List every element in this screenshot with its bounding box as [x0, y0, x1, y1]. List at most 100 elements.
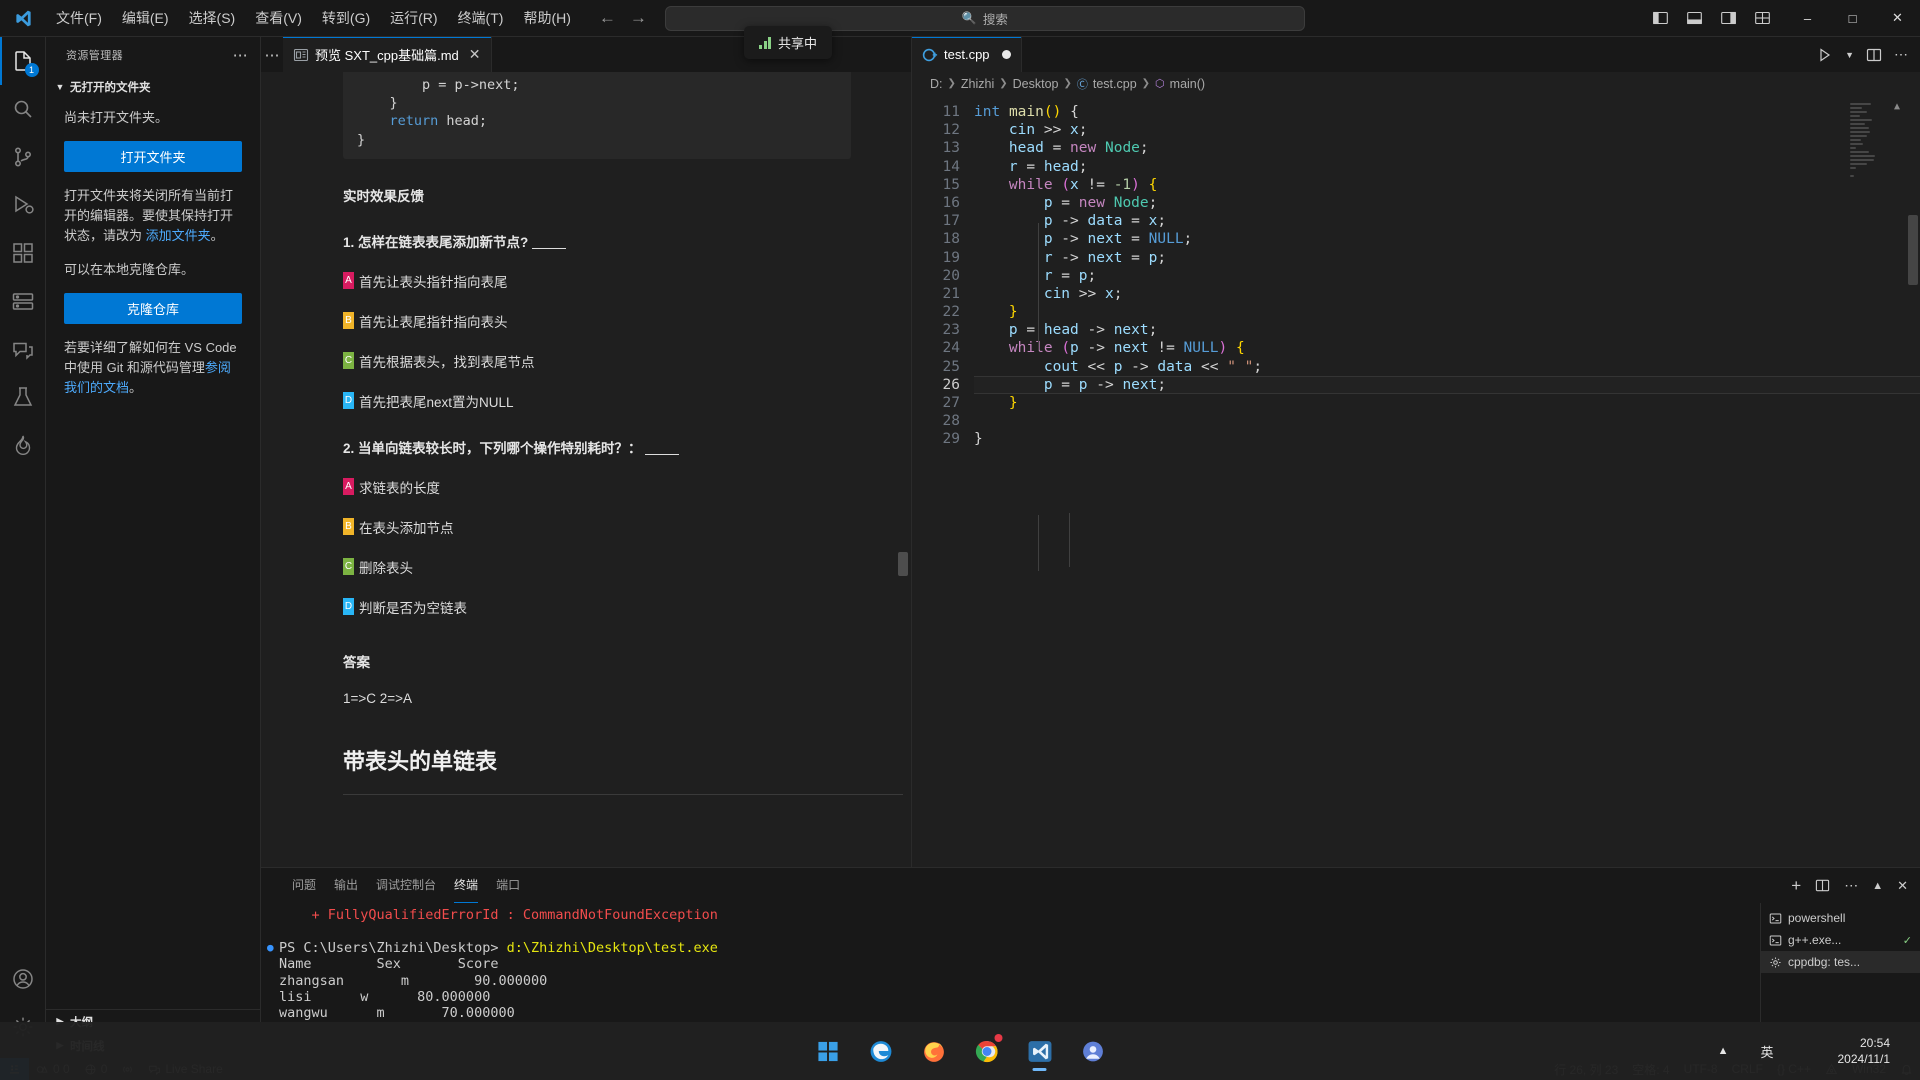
code-line[interactable]: cin >> x;	[974, 285, 1920, 303]
explorer-badge: 1	[24, 63, 39, 77]
breadcrumb-item[interactable]: Desktop	[1013, 77, 1059, 91]
sidebar-item-live-share[interactable]	[0, 325, 46, 373]
ime-indicator[interactable]: 英	[1760, 1042, 1773, 1061]
add-folder-link[interactable]: 添加文件夹	[146, 228, 211, 243]
sidebar-item-extensions[interactable]	[0, 229, 46, 277]
preview-scrollbar[interactable]	[898, 552, 908, 576]
ellipsis-icon[interactable]: ⋯	[233, 46, 248, 64]
preview-code-block: p = p->next; } return head;}	[343, 72, 851, 159]
sidebar-item-remote-explorer[interactable]	[0, 277, 46, 325]
line-number: 21	[942, 285, 960, 302]
ellipsis-icon[interactable]: ⋯	[1844, 877, 1858, 894]
breadcrumb-item[interactable]: test.cpp	[1093, 77, 1137, 91]
code-line[interactable]: }	[974, 394, 1920, 412]
code-line[interactable]: head = new Node;	[974, 139, 1920, 157]
close-icon[interactable]: ✕	[1897, 878, 1908, 894]
breadcrumb-item[interactable]: main()	[1170, 77, 1205, 91]
code-line[interactable]: p = p -> next;	[974, 376, 1920, 394]
terminal-list-item[interactable]: g++.exe... ✓	[1761, 929, 1920, 951]
clone-repository-button[interactable]: 克隆仓库	[64, 292, 242, 324]
taskbar-item-edge[interactable]	[859, 1029, 903, 1073]
menu-item-查看v[interactable]: 查看(V)	[245, 5, 312, 31]
sidebar-item-cpp-tools[interactable]	[0, 421, 46, 469]
sidebar-item-run-debug[interactable]	[0, 181, 46, 229]
terminal-list-item[interactable]: cppdbg: tes...	[1761, 951, 1920, 973]
code-line[interactable]: cout << p -> data << " ";	[974, 358, 1920, 376]
tab-test-cpp[interactable]: test.cpp	[912, 37, 1022, 72]
open-folder-button[interactable]: 打开文件夹	[64, 141, 242, 173]
panel-tab-终端[interactable]: 终端	[445, 868, 487, 903]
chevron-down-icon[interactable]: ▼	[1845, 50, 1854, 60]
panel-tab-问题[interactable]: 问题	[283, 868, 325, 903]
code-line[interactable]: while (p -> next != NULL) {	[974, 339, 1920, 357]
taskbar-item-firefox[interactable]	[912, 1029, 956, 1073]
menu-item-选择s[interactable]: 选择(S)	[179, 5, 246, 31]
taskbar-item-start[interactable]	[806, 1029, 850, 1073]
taskbar-item-app-extra[interactable]	[1071, 1029, 1115, 1073]
taskbar-clock[interactable]: 20:54 2024/11/1	[1838, 1035, 1891, 1067]
plus-icon[interactable]: +	[1791, 876, 1801, 896]
toggle-panel-icon[interactable]	[1686, 10, 1703, 26]
editor-actions: ▼ ⋯	[1805, 37, 1920, 72]
code-line[interactable]	[974, 412, 1920, 430]
sidebar-item-explorer[interactable]: 1	[0, 37, 46, 85]
minimap[interactable]	[1850, 101, 1906, 179]
breadcrumb-item[interactable]: D:	[930, 77, 943, 91]
split-icon[interactable]	[1815, 878, 1830, 893]
panel-tab-调试控制台[interactable]: 调试控制台	[367, 868, 445, 903]
toggle-primary-sidebar-icon[interactable]	[1652, 10, 1669, 26]
code-line[interactable]: }	[974, 430, 1920, 448]
menu-item-运行r[interactable]: 运行(R)	[380, 5, 447, 31]
close-icon[interactable]: ✕	[469, 46, 481, 63]
minimize-button[interactable]: –	[1785, 0, 1830, 37]
menu-item-终端t[interactable]: 终端(T)	[448, 5, 514, 31]
code-editor[interactable]: 11 12 13 14 15 16 17 18 19 20 21 22 23 24 25 26 27 28 29 i…	[912, 95, 1920, 867]
code-line[interactable]: p = new Node;	[974, 194, 1920, 212]
terminal-line: zhangsan m 90.000000	[279, 972, 548, 989]
sidebar-item-search[interactable]	[0, 85, 46, 133]
breadcrumb-item[interactable]: Zhizhi	[961, 77, 994, 91]
menu-item-编辑e[interactable]: 编辑(E)	[112, 5, 179, 31]
customize-layout-icon[interactable]	[1754, 10, 1771, 26]
arrow-right-icon[interactable]: →	[630, 8, 647, 28]
panel-tab-输出[interactable]: 输出	[325, 868, 367, 903]
run-play-icon[interactable]	[1817, 47, 1833, 63]
code-line[interactable]: cin >> x;	[974, 121, 1920, 139]
code-line[interactable]: r = p;	[974, 267, 1920, 285]
taskbar-item-vscode[interactable]	[1018, 1029, 1062, 1073]
split-editor-icon[interactable]	[1866, 47, 1882, 63]
chevron-up-icon[interactable]: ▲	[1872, 880, 1883, 892]
code-line[interactable]: while (x != -1) {	[974, 176, 1920, 194]
code-lines[interactable]: int main() { cin >> x; head = new Node; …	[974, 95, 1920, 867]
code-line[interactable]: r = head;	[974, 158, 1920, 176]
chevron-up-icon[interactable]: ▲	[1718, 1045, 1729, 1057]
code-line[interactable]: p = head -> next;	[974, 321, 1920, 339]
code-line[interactable]: }	[974, 303, 1920, 321]
code-line[interactable]: p -> data = x;	[974, 212, 1920, 230]
line-number: 16	[942, 194, 960, 211]
tab-markdown-preview[interactable]: 预览 SXT_cpp基础篇.md ✕	[283, 37, 492, 72]
arrow-left-icon[interactable]: ←	[599, 8, 616, 28]
sidebar-item-testing[interactable]	[0, 373, 46, 421]
taskbar-item-chrome[interactable]	[965, 1029, 1009, 1073]
option-badge-a: A	[343, 478, 354, 496]
code-line[interactable]: p -> next = NULL;	[974, 230, 1920, 248]
code-line[interactable]: r -> next = p;	[974, 249, 1920, 267]
ellipsis-icon[interactable]: ⋯	[261, 37, 283, 72]
close-button[interactable]: ✕	[1875, 0, 1920, 37]
terminal-list-item[interactable]: powershell	[1761, 907, 1920, 929]
editor-scrollbar[interactable]	[1906, 95, 1920, 867]
title-bar: 文件(F) 编辑(E) 选择(S) 查看(V) 转到(G) 运行(R) 终端(T) 帮助(H)…	[0, 0, 1920, 37]
menu-item-转到g[interactable]: 转到(G)	[312, 5, 380, 31]
sidebar-item-source-control[interactable]	[0, 133, 46, 181]
menu-item-文件f[interactable]: 文件(F)	[46, 5, 112, 31]
section-header-no-folder[interactable]: ▼ 无打开的文件夹	[46, 76, 260, 98]
menu-item-帮助h[interactable]: 帮助(H)	[513, 5, 580, 31]
share-status-toast[interactable]: 共享中	[744, 26, 833, 59]
toggle-secondary-sidebar-icon[interactable]	[1720, 10, 1737, 26]
panel-tab-端口[interactable]: 端口	[487, 868, 529, 903]
code-line[interactable]: int main() {	[974, 103, 1920, 121]
ellipsis-icon[interactable]: ⋯	[1894, 46, 1908, 63]
maximize-button[interactable]: □	[1830, 0, 1875, 37]
accounts-button[interactable]	[0, 955, 46, 1003]
